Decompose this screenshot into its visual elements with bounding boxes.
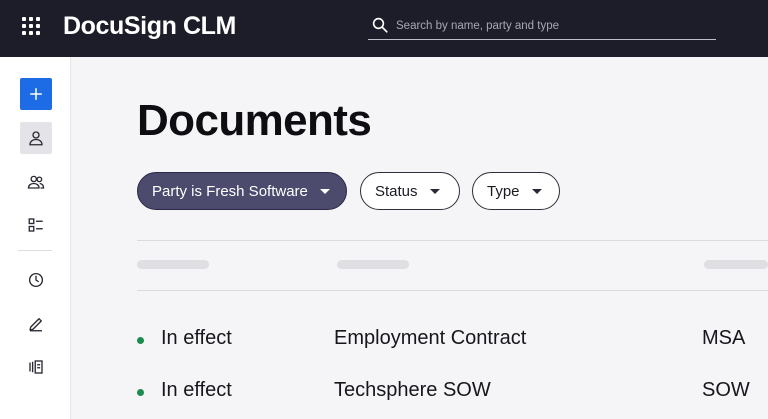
library-icon: [29, 360, 43, 374]
column-header-placeholder: [337, 260, 409, 269]
table-row[interactable]: In effect Employment Contract MSA: [137, 327, 768, 355]
sidebar-item-my-account[interactable]: [20, 122, 52, 154]
sidebar-item-drafts[interactable]: [20, 308, 52, 340]
document-name-cell[interactable]: Techsphere SOW: [334, 379, 491, 402]
filter-status-label: Status: [375, 182, 418, 200]
status-dot-icon: [137, 389, 144, 396]
status-cell: In effect: [161, 327, 232, 349]
plus-icon: [30, 88, 42, 100]
filter-type-label: Type: [487, 182, 520, 200]
sidebar-item-parties[interactable]: [20, 166, 52, 198]
document-type-cell: MSA: [702, 327, 746, 349]
filter-party-chip[interactable]: Party is Fresh Software: [137, 172, 347, 210]
app-launcher-icon[interactable]: [22, 17, 44, 39]
column-header-placeholder: [704, 260, 768, 269]
sidebar-item-library[interactable]: [20, 351, 52, 383]
table-top-divider: [137, 240, 768, 241]
column-header-placeholder: [137, 260, 209, 269]
document-type-cell: SOW: [702, 379, 750, 401]
document-name-cell[interactable]: Employment Contract: [334, 327, 526, 350]
status-dot-icon: [137, 337, 144, 344]
page-title: Documents: [137, 96, 372, 145]
sidebar-item-recent[interactable]: [20, 264, 52, 296]
filter-type-chip[interactable]: Type: [472, 172, 560, 210]
checklist-icon: [28, 218, 43, 232]
chevron-down-icon: [319, 188, 330, 194]
status-cell: In effect: [161, 379, 232, 401]
search-input[interactable]: [396, 16, 706, 36]
user-icon: [29, 131, 43, 146]
chevron-down-icon: [531, 188, 542, 194]
top-bar: DocuSign CLM: [0, 0, 768, 57]
filter-status-chip[interactable]: Status: [360, 172, 460, 210]
search-icon: [372, 17, 388, 33]
filter-party-label: Party is Fresh Software: [152, 182, 308, 200]
table-header-divider: [137, 290, 768, 291]
chevron-down-icon: [429, 188, 440, 194]
pencil-icon: [29, 318, 42, 332]
clock-icon: [28, 272, 44, 288]
add-button[interactable]: [20, 78, 52, 110]
users-icon: [27, 175, 45, 189]
search-bar[interactable]: [368, 12, 716, 40]
brand-logo[interactable]: DocuSign CLM: [63, 12, 236, 41]
sidebar-divider: [18, 250, 52, 251]
table-row[interactable]: In effect Techsphere SOW SOW: [137, 379, 768, 407]
sidebar: [0, 57, 71, 419]
sidebar-item-tasks[interactable]: [20, 209, 52, 241]
